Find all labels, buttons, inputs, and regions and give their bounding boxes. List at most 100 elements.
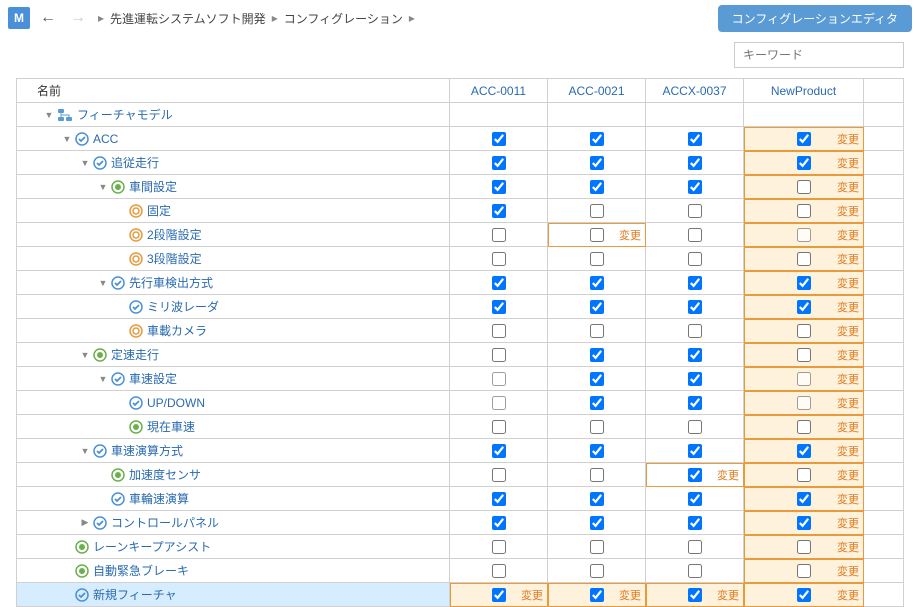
table-row[interactable]: ▼ACC変更 bbox=[17, 127, 904, 151]
feature-checkbox[interactable] bbox=[590, 564, 604, 578]
feature-checkbox[interactable] bbox=[492, 156, 506, 170]
feature-checkbox[interactable] bbox=[688, 228, 702, 242]
feature-checkbox[interactable] bbox=[688, 468, 702, 482]
feature-checkbox[interactable] bbox=[797, 564, 811, 578]
feature-checkbox[interactable] bbox=[492, 516, 506, 530]
tree-expander-icon[interactable]: ▼ bbox=[97, 182, 109, 192]
column-header-product[interactable]: NewProduct bbox=[744, 79, 864, 103]
feature-checkbox[interactable] bbox=[797, 276, 811, 290]
feature-checkbox[interactable] bbox=[688, 252, 702, 266]
feature-checkbox[interactable] bbox=[492, 204, 506, 218]
table-row[interactable]: 2段階設定変更変更 bbox=[17, 223, 904, 247]
feature-checkbox[interactable] bbox=[688, 180, 702, 194]
feature-checkbox[interactable] bbox=[492, 540, 506, 554]
feature-checkbox[interactable] bbox=[492, 348, 506, 362]
feature-checkbox[interactable] bbox=[797, 420, 811, 434]
feature-checkbox[interactable] bbox=[492, 276, 506, 290]
search-input[interactable] bbox=[734, 42, 904, 68]
table-row[interactable]: ▼追従走行変更 bbox=[17, 151, 904, 175]
table-row[interactable]: ▶コントロールパネル変更 bbox=[17, 511, 904, 535]
feature-checkbox[interactable] bbox=[492, 372, 506, 386]
feature-checkbox[interactable] bbox=[688, 516, 702, 530]
breadcrumb-item[interactable]: コンフィグレーション bbox=[284, 10, 403, 27]
feature-checkbox[interactable] bbox=[492, 300, 506, 314]
feature-checkbox[interactable] bbox=[797, 132, 811, 146]
feature-checkbox[interactable] bbox=[590, 132, 604, 146]
feature-checkbox[interactable] bbox=[688, 156, 702, 170]
table-row[interactable]: ▼車間設定変更 bbox=[17, 175, 904, 199]
column-header-product[interactable]: ACC-0011 bbox=[450, 79, 548, 103]
column-header-product[interactable]: ACC-0021 bbox=[548, 79, 646, 103]
feature-checkbox[interactable] bbox=[797, 468, 811, 482]
table-row[interactable]: 現在車速変更 bbox=[17, 415, 904, 439]
feature-checkbox[interactable] bbox=[797, 156, 811, 170]
feature-checkbox[interactable] bbox=[797, 372, 811, 386]
table-row[interactable]: ▼車速演算方式変更 bbox=[17, 439, 904, 463]
column-header-name[interactable]: 名前 bbox=[17, 79, 450, 103]
column-header-product[interactable]: ACCX-0037 bbox=[646, 79, 744, 103]
feature-checkbox[interactable] bbox=[492, 492, 506, 506]
feature-checkbox[interactable] bbox=[492, 180, 506, 194]
table-row[interactable]: ▼フィーチャモデル bbox=[17, 103, 904, 127]
tree-expander-icon[interactable]: ▶ bbox=[79, 517, 91, 528]
feature-checkbox[interactable] bbox=[797, 180, 811, 194]
feature-checkbox[interactable] bbox=[492, 420, 506, 434]
feature-checkbox[interactable] bbox=[590, 156, 604, 170]
feature-checkbox[interactable] bbox=[797, 324, 811, 338]
tree-expander-icon[interactable]: ▼ bbox=[79, 350, 91, 360]
feature-checkbox[interactable] bbox=[590, 324, 604, 338]
feature-checkbox[interactable] bbox=[688, 396, 702, 410]
feature-checkbox[interactable] bbox=[590, 252, 604, 266]
table-row[interactable]: ▼定速走行変更 bbox=[17, 343, 904, 367]
feature-checkbox[interactable] bbox=[590, 348, 604, 362]
feature-checkbox[interactable] bbox=[590, 468, 604, 482]
feature-checkbox[interactable] bbox=[688, 444, 702, 458]
table-row[interactable]: 車輪速演算変更 bbox=[17, 487, 904, 511]
tree-expander-icon[interactable]: ▼ bbox=[43, 110, 55, 120]
feature-checkbox[interactable] bbox=[492, 252, 506, 266]
feature-checkbox[interactable] bbox=[688, 132, 702, 146]
feature-checkbox[interactable] bbox=[590, 372, 604, 386]
configuration-editor-button[interactable]: コンフィグレーションエディタ bbox=[718, 5, 912, 32]
table-row[interactable]: 新規フィーチャ変更変更変更変更 bbox=[17, 583, 904, 607]
feature-checkbox[interactable] bbox=[492, 468, 506, 482]
feature-checkbox[interactable] bbox=[797, 204, 811, 218]
table-row[interactable]: ▼先行車検出方式変更 bbox=[17, 271, 904, 295]
tree-expander-icon[interactable]: ▼ bbox=[61, 134, 73, 144]
feature-checkbox[interactable] bbox=[590, 516, 604, 530]
tree-expander-icon[interactable]: ▼ bbox=[79, 158, 91, 168]
table-row[interactable]: 固定変更 bbox=[17, 199, 904, 223]
tree-expander-icon[interactable]: ▼ bbox=[79, 446, 91, 456]
feature-checkbox[interactable] bbox=[797, 492, 811, 506]
table-row[interactable]: レーンキープアシスト変更 bbox=[17, 535, 904, 559]
feature-checkbox[interactable] bbox=[492, 588, 506, 602]
feature-checkbox[interactable] bbox=[797, 516, 811, 530]
table-row[interactable]: ▼車速設定変更 bbox=[17, 367, 904, 391]
feature-checkbox[interactable] bbox=[797, 228, 811, 242]
table-row[interactable]: 加速度センサ変更変更 bbox=[17, 463, 904, 487]
feature-checkbox[interactable] bbox=[688, 372, 702, 386]
feature-checkbox[interactable] bbox=[688, 492, 702, 506]
table-row[interactable]: UP/DOWN変更 bbox=[17, 391, 904, 415]
feature-checkbox[interactable] bbox=[590, 276, 604, 290]
feature-checkbox[interactable] bbox=[492, 228, 506, 242]
feature-checkbox[interactable] bbox=[797, 588, 811, 602]
feature-checkbox[interactable] bbox=[688, 204, 702, 218]
feature-checkbox[interactable] bbox=[590, 444, 604, 458]
feature-checkbox[interactable] bbox=[797, 396, 811, 410]
feature-checkbox[interactable] bbox=[492, 132, 506, 146]
table-row[interactable]: 3段階設定変更 bbox=[17, 247, 904, 271]
feature-checkbox[interactable] bbox=[492, 396, 506, 410]
feature-checkbox[interactable] bbox=[688, 300, 702, 314]
table-row[interactable]: 自動緊急ブレーキ変更 bbox=[17, 559, 904, 583]
feature-checkbox[interactable] bbox=[492, 564, 506, 578]
tree-expander-icon[interactable]: ▼ bbox=[97, 278, 109, 288]
feature-checkbox[interactable] bbox=[590, 180, 604, 194]
table-row[interactable]: 車載カメラ変更 bbox=[17, 319, 904, 343]
feature-checkbox[interactable] bbox=[688, 324, 702, 338]
nav-back-icon[interactable]: ← bbox=[36, 9, 60, 27]
feature-checkbox[interactable] bbox=[590, 540, 604, 554]
feature-checkbox[interactable] bbox=[688, 588, 702, 602]
feature-checkbox[interactable] bbox=[797, 252, 811, 266]
feature-checkbox[interactable] bbox=[590, 588, 604, 602]
